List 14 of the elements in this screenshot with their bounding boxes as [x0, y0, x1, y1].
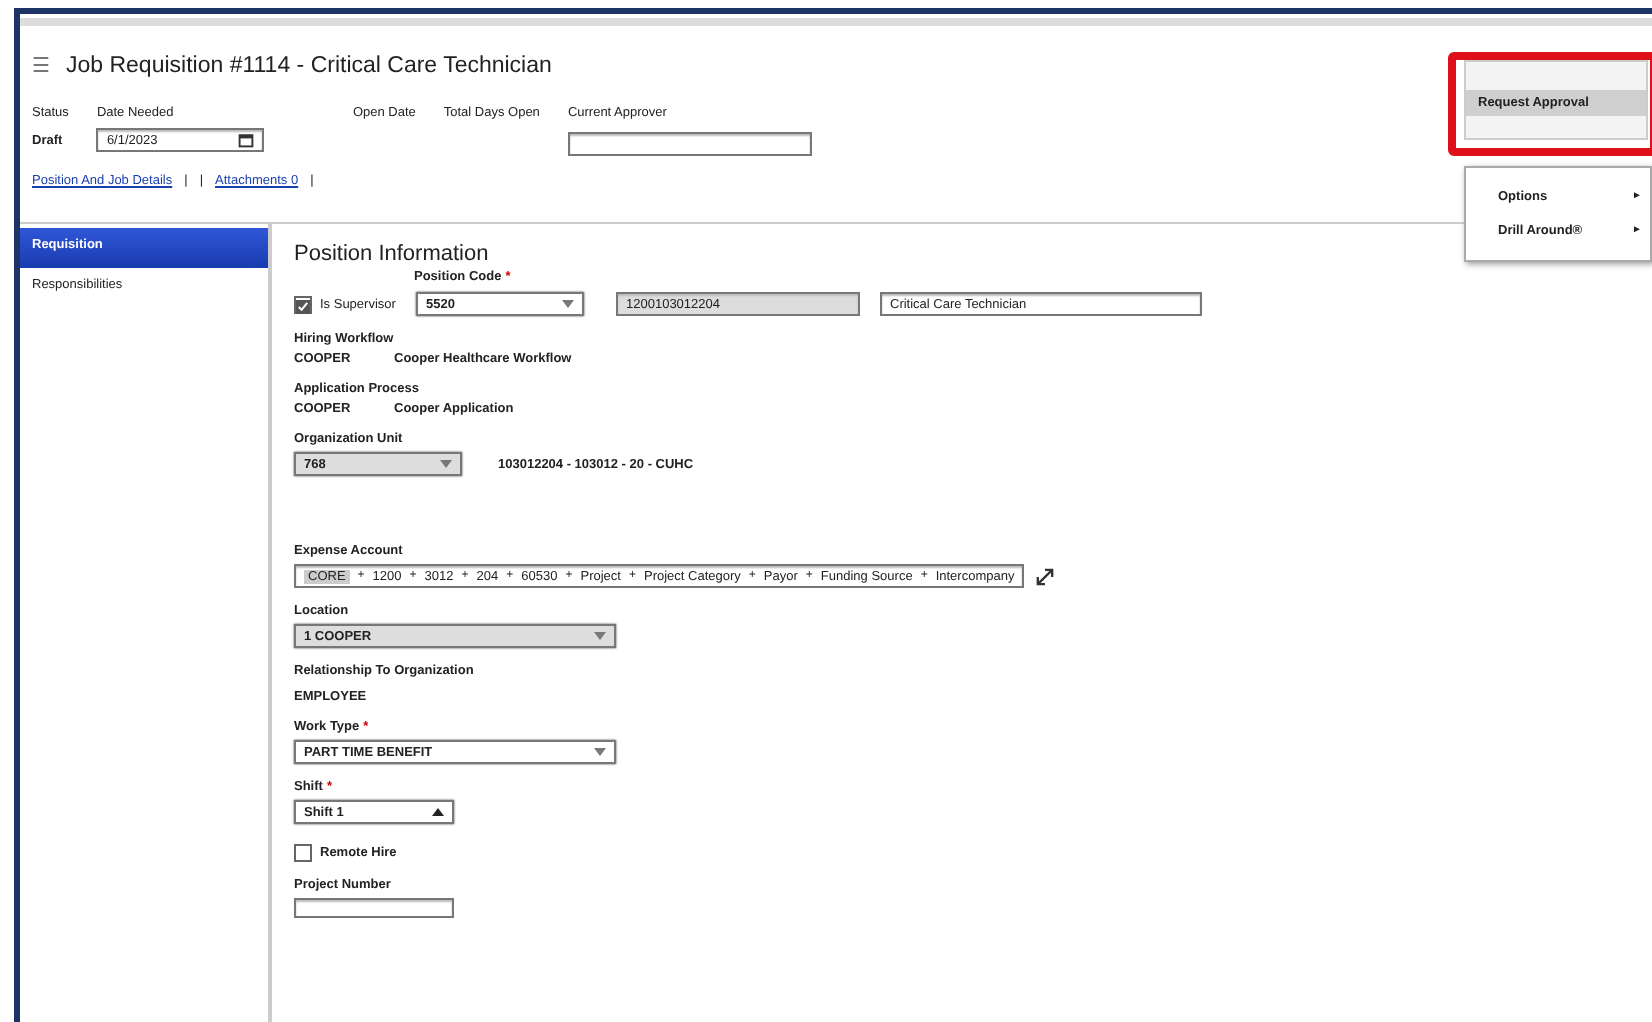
caret-icon: [440, 460, 452, 468]
checkbox[interactable]: [294, 844, 312, 862]
checkbox[interactable]: [294, 295, 312, 313]
caret-icon: [432, 808, 444, 816]
caret-icon: [594, 748, 606, 756]
approver-field[interactable]: [567, 132, 812, 156]
menu-icon[interactable]: ☰: [32, 54, 50, 78]
project-number-field[interactable]: [294, 898, 454, 918]
page-title: Job Requisition #1114 - Critical Care Technician: [66, 54, 552, 78]
caret-icon: [594, 632, 606, 640]
caret-icon: [562, 300, 574, 308]
calendar-icon[interactable]: [238, 132, 255, 148]
section-title: Position Information: [294, 242, 491, 266]
expand-icon[interactable]: [1036, 567, 1054, 585]
